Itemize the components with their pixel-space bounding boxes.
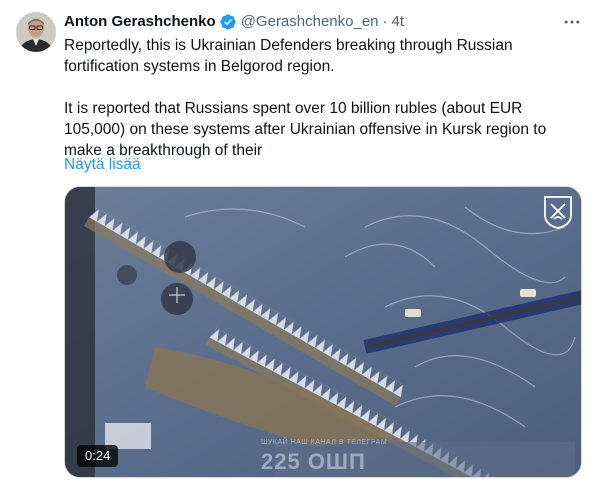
video-player[interactable]: ШУКАЙ НАШ КАНАЛ В ТЕЛЕГРАМ 225 ОШП 0:24	[64, 186, 582, 478]
tweet-timestamp[interactable]: 4t	[392, 12, 405, 32]
separator-dot: ·	[382, 13, 388, 30]
video-duration-badge: 0:24	[77, 445, 119, 467]
author-name[interactable]: Anton Gerashchenko	[64, 12, 216, 32]
author-handle[interactable]: @Gerashchenko_en	[241, 12, 379, 32]
video-watermark-subtitle: ШУКАЙ НАШ КАНАЛ В ТЕЛЕГРАМ	[261, 439, 388, 446]
tweet-text: Reportedly, this is Ukrainian Defenders …	[64, 37, 547, 159]
video-frame-image	[65, 187, 581, 477]
tweet-card[interactable]: Anton Gerashchenko @Gerashchenko_en · 4t…	[0, 0, 598, 488]
video-watermark: 225 ОШП	[261, 449, 366, 474]
unit-shield-logo	[543, 195, 573, 234]
tweet-header: Anton Gerashchenko @Gerashchenko_en · 4t	[64, 12, 404, 32]
verified-badge-icon	[219, 13, 237, 31]
show-more-link[interactable]: Näytä lisää	[64, 154, 141, 175]
author-avatar[interactable]	[16, 12, 56, 52]
more-options-icon[interactable]	[560, 12, 584, 32]
